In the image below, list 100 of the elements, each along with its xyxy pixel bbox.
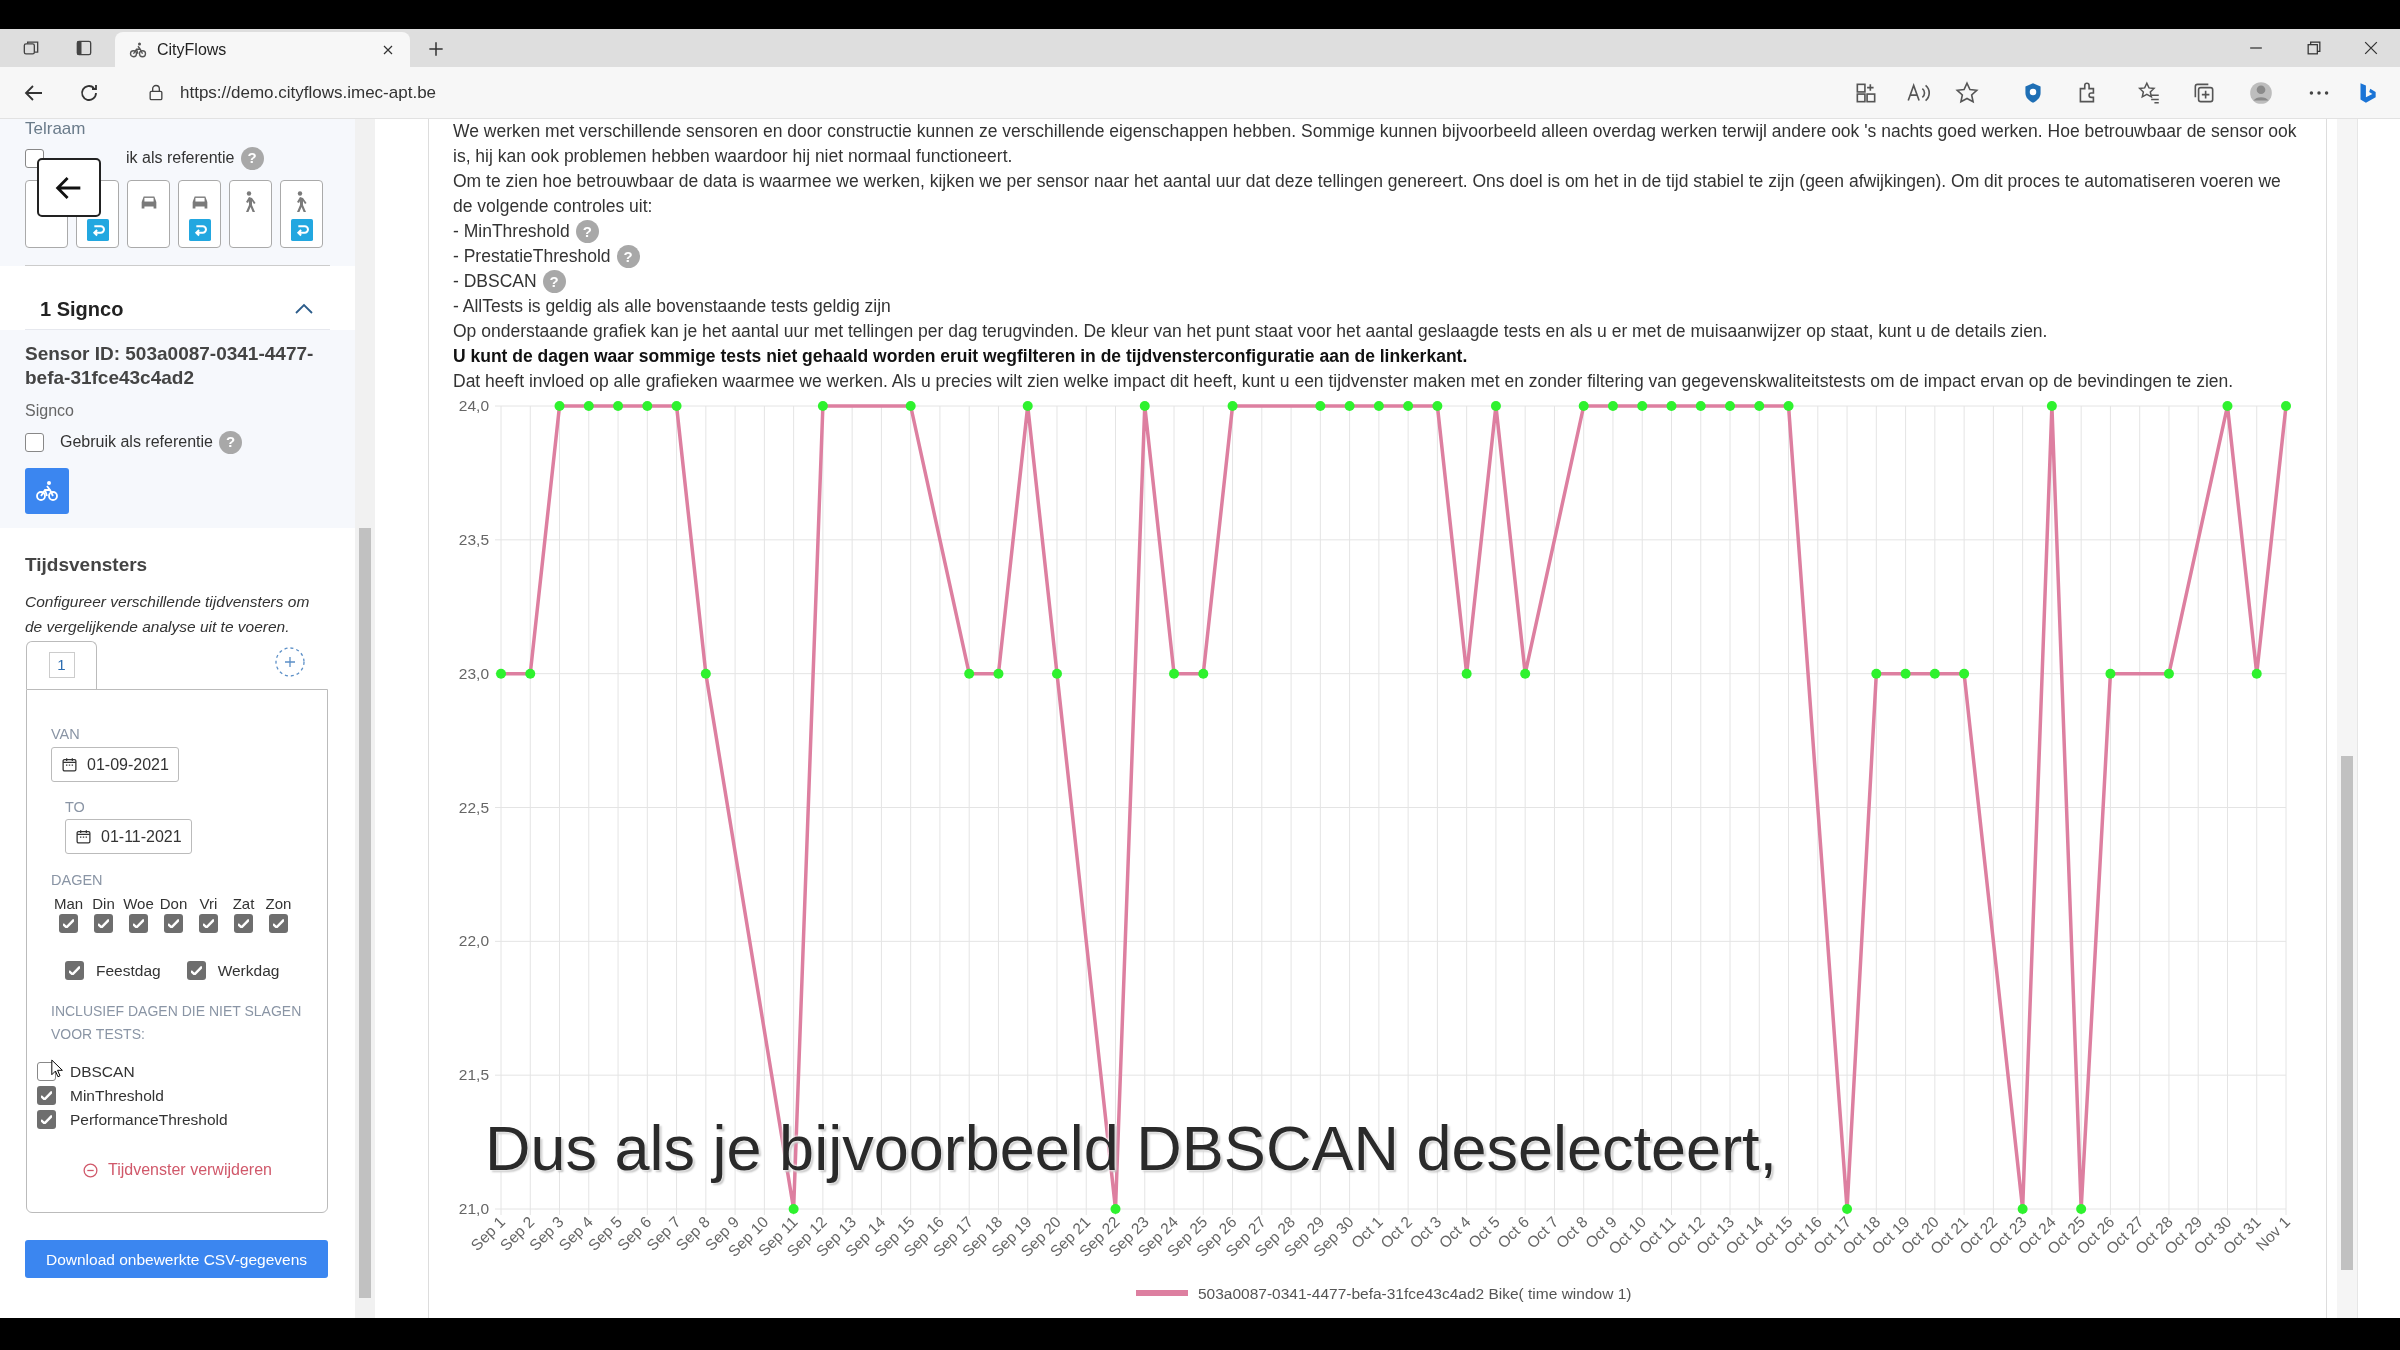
data-point	[642, 401, 653, 411]
field-label: TO	[65, 798, 86, 816]
data-point	[1695, 401, 1706, 411]
checkbox[interactable]	[37, 1085, 56, 1105]
data-point	[1959, 668, 1970, 679]
day-label: Man	[53, 894, 84, 914]
checkbox-label: Gebruik als referentie	[60, 432, 213, 452]
checkbox-label: Werkdag	[217, 961, 280, 981]
data-point	[2105, 668, 2116, 679]
day-label: Don	[159, 894, 188, 914]
checkbox[interactable]	[65, 961, 84, 981]
scrollbar[interactable]	[355, 119, 375, 1318]
section-title: Tijdsvensters	[24, 553, 149, 577]
favorites-icon[interactable]	[2136, 80, 2162, 106]
sensor-source: Signco	[25, 401, 75, 421]
check-icon	[41, 1114, 52, 1124]
data-point	[1139, 401, 1150, 411]
data-point	[1432, 401, 1443, 411]
check-icon	[273, 919, 284, 928]
checkbox-label: Feestdag	[96, 961, 161, 981]
day-label: Zat	[232, 894, 255, 914]
date-field[interactable]: 01-11-2021	[65, 819, 192, 854]
star-icon[interactable]	[1954, 80, 1980, 106]
data-point	[1725, 401, 1735, 411]
data-point	[1783, 401, 1794, 411]
data-point	[2017, 1204, 2028, 1214]
checkbox[interactable]	[164, 914, 183, 933]
checkbox[interactable]	[129, 914, 148, 933]
data-point	[554, 401, 565, 411]
data-point	[1198, 668, 1209, 679]
checkbox[interactable]	[269, 914, 288, 933]
data-point	[1022, 401, 1033, 411]
calendar-icon	[75, 828, 92, 845]
tab-title: CityFlows	[157, 39, 228, 60]
data-point	[788, 1204, 799, 1214]
axis-label: 21,5	[458, 1066, 489, 1084]
paragraph-text: U kunt de dagen waar sommige tests niet gehaald worden eruit wegfilteren in de tijdvensterconfiguratie aan de linkerkant.	[453, 345, 1468, 368]
bike-icon	[129, 40, 147, 59]
download-button[interactable]: Download onbewerkte CSV-gegevens	[25, 1240, 328, 1279]
check-icon	[41, 1090, 52, 1100]
data-point	[1929, 668, 1940, 679]
axis-label: 21,0	[458, 1200, 489, 1217]
checkbox[interactable]	[37, 1109, 56, 1129]
tab[interactable]: 1	[26, 641, 97, 689]
data-point	[1403, 401, 1414, 411]
check-icon	[63, 919, 74, 928]
calendar-icon	[61, 756, 78, 773]
data-point	[1373, 401, 1384, 411]
data-point	[1461, 668, 1472, 679]
check-icon	[190, 966, 202, 976]
help-icon[interactable]: ?	[575, 220, 599, 243]
tab-actions-icon[interactable]	[74, 38, 94, 58]
data-point	[613, 401, 624, 411]
data-point	[964, 668, 975, 679]
axis-label: 23,5	[458, 530, 489, 548]
help-icon[interactable]: ?	[542, 270, 566, 293]
data-point	[1666, 401, 1677, 411]
data-point	[1110, 1204, 1121, 1214]
help-icon[interactable]: ?	[218, 430, 242, 454]
data-point	[1344, 401, 1355, 411]
scrollbar[interactable]	[2337, 119, 2357, 1318]
date-field[interactable]: 01-09-2021	[51, 747, 179, 782]
data-point	[1754, 401, 1765, 411]
pedestrian-icon	[245, 191, 256, 213]
data-point	[1227, 401, 1238, 411]
checkbox[interactable]	[59, 914, 78, 933]
axis-label: 24,0	[458, 397, 489, 414]
return-icon	[188, 219, 211, 241]
data-point	[525, 668, 536, 679]
browser-tab[interactable]: CityFlows	[115, 32, 410, 67]
day-label: Din	[92, 894, 115, 914]
data-point	[2251, 668, 2262, 679]
data-point	[2076, 1204, 2087, 1214]
plus-icon[interactable]	[426, 39, 446, 59]
url-text: https://demo.cityflows.imec-apt.be	[180, 82, 437, 105]
help-icon[interactable]: ?	[616, 245, 640, 268]
checkbox[interactable]	[94, 914, 113, 933]
check-icon	[69, 966, 80, 976]
pedestrian-icon	[296, 191, 307, 213]
data-point	[905, 401, 916, 411]
checkbox[interactable]	[234, 914, 253, 933]
back-tooltip[interactable]	[37, 158, 101, 217]
axis-label: 22,5	[458, 798, 489, 816]
check-icon	[238, 919, 249, 928]
checkbox[interactable]	[25, 432, 44, 452]
checkbox[interactable]	[199, 914, 218, 933]
data-point	[817, 401, 828, 411]
checkbox-label: MinThreshold	[70, 1085, 164, 1106]
remove-link[interactable]: Tijdvenster verwijderen	[82, 1158, 272, 1183]
checkbox[interactable]	[186, 961, 206, 981]
data-point	[993, 668, 1004, 679]
paragraph-text: Om te zien hoe betrouwbaar de data is waarmee we werken, kijken we per sensor naar het aantal uur dat deze tellingen genereert. Ons doel is om het in de tijd stabiel te zijn (geen afwijkingen). Om dit proces te automatiseren voeren we de volgende controles uit:	[453, 170, 2282, 218]
section-title: 1 Signco	[40, 296, 125, 322]
profile-icon[interactable]	[2248, 80, 2274, 106]
add-icon[interactable]	[274, 646, 306, 678]
paragraph-text: Op onderstaande grafiek kan je het aantal uur met tellingen per dag terugvinden. De kleur van het punt staat voor het aantal geslaagde tests en als u er met de muisaanwijzer op staat, kunt u de details zien.	[453, 320, 2048, 343]
return-icon	[290, 219, 313, 241]
help-icon[interactable]: ?	[240, 146, 264, 170]
data-point	[1842, 1204, 1853, 1214]
data-point	[2163, 668, 2174, 679]
